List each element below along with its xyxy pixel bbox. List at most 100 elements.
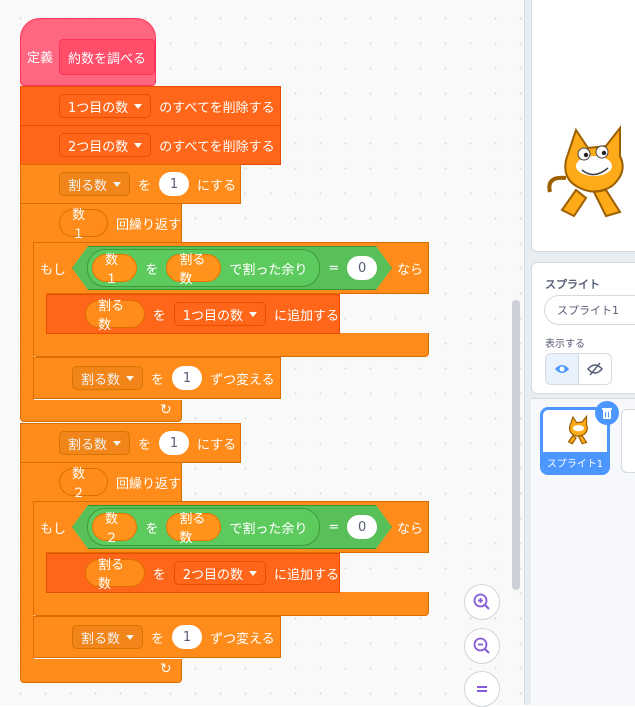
hide-button[interactable] [578, 353, 612, 385]
variable-dropdown[interactable]: 割る数 [59, 431, 131, 455]
zoom-in-icon [473, 593, 490, 610]
delete-sprite-button[interactable] [595, 401, 619, 425]
show-visible-button[interactable] [545, 353, 579, 385]
cat-thumbnail-icon [567, 414, 588, 445]
list-dropdown-label: 2つ目の数 [182, 567, 243, 583]
block-text: のすべてを削除する [159, 139, 275, 155]
if-keyword: もし [40, 521, 67, 537]
repeat-count-reporter[interactable]: 数１ [59, 208, 108, 242]
block-text: を [151, 372, 165, 388]
value-input[interactable]: 1 [172, 366, 203, 390]
change-variable-block-2[interactable]: 割る数 を 1 ずつ変える [33, 616, 281, 658]
block-text: にする [197, 437, 237, 453]
list-dropdown-label: 1つ目の数 [68, 100, 129, 116]
block-text: ずつ変える [210, 631, 275, 647]
list-dropdown-2[interactable]: 2つ目の数 [59, 133, 152, 157]
if-foot-1 [33, 333, 429, 357]
list-dropdown-label: 1つ目の数 [182, 308, 243, 324]
repeat-foot-1 [20, 400, 182, 422]
workspace-scrollbar[interactable] [512, 300, 520, 590]
stage[interactable] [531, 0, 635, 252]
variable-dropdown-label: 割る数 [68, 178, 108, 194]
variable-dropdown[interactable]: 割る数 [59, 172, 131, 196]
repeat-foot-2 [20, 659, 182, 683]
mod-reporter-2[interactable]: 数２ を 割る数 で割った余り [87, 508, 320, 546]
block-text: を [152, 308, 166, 324]
repeat-count-reporter[interactable]: 数２ [59, 467, 108, 501]
define-block[interactable]: 定義 約数を調べる [20, 18, 156, 86]
set-variable-block-2[interactable]: 割る数 を 1 にする [20, 423, 241, 463]
eye-icon [555, 365, 569, 373]
zoom-reset-button[interactable] [464, 671, 500, 707]
mod-reporter-1[interactable]: 数１ を 割る数 で割った余り [87, 249, 320, 287]
if-arm-2 [33, 552, 47, 596]
block-text: のすべてを削除する [159, 100, 275, 116]
item-reporter[interactable]: 割る数 [85, 299, 145, 333]
sprite-info-panel: スプライト スプライト1 表示する [531, 262, 635, 394]
chevron-down-icon [134, 103, 143, 109]
condition-equals-2[interactable]: 数２ を 割る数 で割った余り = 0 [72, 505, 392, 549]
value-input[interactable]: 1 [172, 625, 203, 649]
compare-value-input[interactable]: 0 [347, 256, 377, 280]
block-text: ずつ変える [210, 372, 275, 388]
add-to-list-block-2[interactable]: 割る数 を 2つ目の数 に追加する [46, 553, 340, 593]
sprite-label: スプライト [545, 278, 600, 291]
repeat-block-1[interactable]: 数１ 回繰り返す [20, 203, 182, 243]
if-arm-1 [33, 293, 47, 337]
change-variable-block-1[interactable]: 割る数 を 1 ずつ変える [33, 357, 281, 399]
variable-dropdown[interactable]: 割る数 [72, 366, 144, 390]
equals-sign: = [328, 260, 340, 276]
eye-slash-icon [587, 362, 603, 376]
cat-sprite-icon [547, 125, 624, 218]
set-variable-block-1[interactable]: 割る数 を 1 にする [20, 164, 241, 204]
repeat-block-2[interactable]: 数２ 回繰り返す [20, 462, 182, 502]
sprite-thumbnail-text: スプライト1 [546, 458, 604, 470]
value-input[interactable]: 1 [159, 172, 190, 196]
variable-dropdown-label: 割る数 [68, 437, 108, 453]
dividend-reporter[interactable]: 数２ [92, 513, 137, 541]
if-foot-2 [33, 592, 429, 616]
dividend-reporter[interactable]: 数１ [92, 254, 137, 282]
block-text: を [152, 567, 166, 583]
right-panel: スプライト スプライト1 表示する スプライト1 [524, 0, 635, 706]
divisor-reporter[interactable]: 割る数 [166, 254, 221, 282]
delete-all-block-1[interactable]: 1つ目の数 のすべてを削除する [20, 86, 281, 126]
chevron-down-icon [248, 311, 257, 317]
list-dropdown-1[interactable]: 1つ目の数 [59, 94, 152, 118]
block-text: を [151, 631, 165, 647]
show-label: 表示する [545, 339, 585, 350]
list-dropdown[interactable]: 2つ目の数 [173, 561, 266, 585]
block-text: で割った余り [229, 521, 308, 537]
item-reporter[interactable]: 割る数 [85, 558, 145, 592]
condition-equals-1[interactable]: 数１ を 割る数 で割った余り = 0 [72, 246, 392, 290]
sprite-thumbnail-label: スプライト1 [543, 452, 607, 472]
delete-all-block-2[interactable]: 2つ目の数 のすべてを削除する [20, 125, 281, 165]
variable-dropdown[interactable]: 割る数 [72, 625, 144, 649]
sprite-list: スプライト1 [531, 398, 635, 706]
if-keyword: もし [40, 262, 67, 278]
code-workspace[interactable]: 定義 約数を調べる 1つ目の数 のすべてを削除する 2つ目の数 のすべてを削除す… [0, 0, 524, 707]
zoom-reset-icon [477, 686, 487, 692]
block-text: を [145, 262, 159, 278]
chevron-down-icon [134, 142, 143, 148]
zoom-in-button[interactable] [464, 584, 500, 620]
add-to-list-block-1[interactable]: 割る数 を 1つ目の数 に追加する [46, 294, 340, 334]
loop-arrow-icon: ↻ [160, 402, 172, 418]
loop-arrow-icon: ↻ [160, 661, 172, 677]
divisor-reporter[interactable]: 割る数 [166, 513, 221, 541]
value-input[interactable]: 1 [159, 431, 190, 455]
block-text: にする [197, 178, 237, 194]
define-name[interactable]: 約数を調べる [59, 39, 155, 75]
define-keyword: 定義 [27, 51, 54, 66]
stage-thumbnail-edge[interactable] [621, 409, 635, 473]
compare-value-input[interactable]: 0 [347, 515, 377, 539]
zoom-out-button[interactable] [464, 628, 500, 664]
then-keyword: なら [397, 263, 424, 278]
chevron-down-icon [113, 181, 122, 187]
sprite-name-field[interactable]: スプライト1 [544, 295, 635, 325]
block-text: に追加する [273, 308, 339, 324]
chevron-down-icon [126, 375, 135, 381]
list-dropdown[interactable]: 1つ目の数 [173, 302, 266, 326]
repeat-arm-2 [20, 501, 34, 661]
block-text: を [138, 178, 152, 194]
